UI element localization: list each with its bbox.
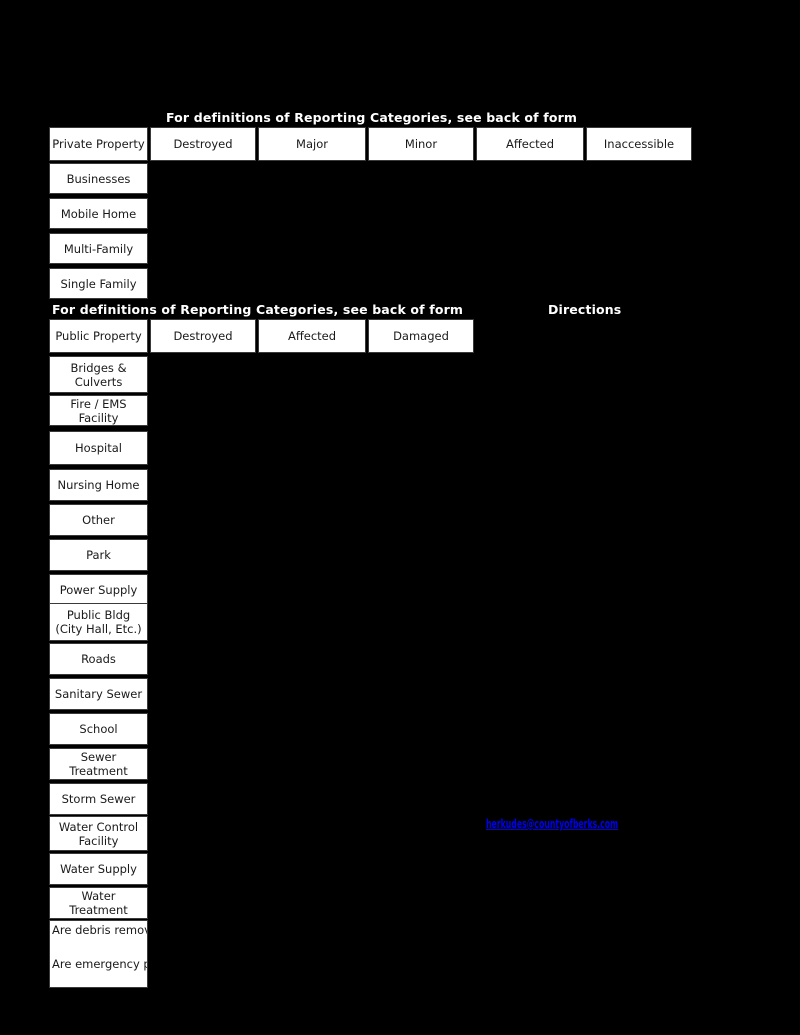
private-column-header-major: Major: [258, 127, 366, 161]
private-column-header-destroyed: Destroyed: [150, 127, 256, 161]
public-row-label-water-control-facility: Water Control Facility: [49, 816, 148, 851]
public-row-label-park: Park: [49, 539, 148, 571]
public-row-label-public-bldg: Public Bldg (City Hall, Etc.): [49, 603, 148, 641]
public-property-corner-label: Public Property: [49, 319, 148, 353]
private-row-label-multi-family: Multi-Family: [49, 233, 148, 264]
questions-block: Are debris removal Are emergency pro I: [49, 920, 148, 988]
public-row-label-hospital: Hospital: [49, 431, 148, 465]
private-column-header-affected: Affected: [476, 127, 584, 161]
contact-email-link[interactable]: herkudes@countyofberks.com: [486, 816, 618, 831]
public-row-label-bridges-culverts: Bridges & Culverts: [49, 356, 148, 393]
public-row-label-nursing-home: Nursing Home: [49, 469, 148, 501]
public-row-label-sanitary-sewer: Sanitary Sewer: [49, 678, 148, 710]
public-property-section-heading: For definitions of Reporting Categories,…: [52, 302, 464, 317]
public-column-header-damaged: Damaged: [368, 319, 474, 353]
public-row-label-fire-ems-facility: Fire / EMS Facility: [49, 395, 148, 426]
public-row-label-storm-sewer: Storm Sewer: [49, 783, 148, 815]
private-property-section-heading: For definitions of Reporting Categories,…: [166, 110, 578, 125]
private-row-label-single-family: Single Family: [49, 268, 148, 299]
public-row-label-roads: Roads: [49, 643, 148, 675]
public-column-header-destroyed: Destroyed: [150, 319, 256, 353]
public-row-label-water-treatment: Water Treatment: [49, 887, 148, 919]
private-column-header-minor: Minor: [368, 127, 474, 161]
directions-heading: Directions: [548, 302, 622, 317]
public-row-label-sewer-treatment: Sewer Treatment: [49, 748, 148, 780]
question-emergency-protective: Are emergency pro: [52, 957, 147, 971]
public-row-label-other: Other: [49, 504, 148, 536]
public-column-header-affected: Affected: [258, 319, 366, 353]
private-property-corner-label: Private Property: [49, 127, 148, 161]
public-row-label-power-supply: Power Supply: [49, 574, 148, 606]
private-row-label-mobile-home: Mobile Home: [49, 198, 148, 229]
private-row-label-businesses: Businesses: [49, 163, 148, 194]
form-page: For definitions of Reporting Categories,…: [0, 0, 800, 1035]
question-debris-removal: Are debris removal: [52, 923, 147, 937]
public-row-label-school: School: [49, 713, 148, 745]
private-column-header-inaccessible: Inaccessible: [586, 127, 692, 161]
public-row-label-water-supply: Water Supply: [49, 853, 148, 885]
